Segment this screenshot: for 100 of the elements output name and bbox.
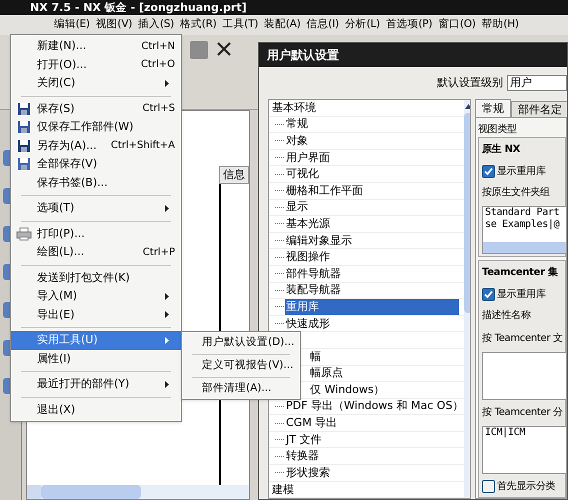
text-area[interactable] <box>482 352 566 400</box>
column-header: 信息 <box>219 166 249 184</box>
menu-label: 保存书签(B)... <box>37 174 108 190</box>
menu-item[interactable]: 部件清理(A)... <box>182 380 300 397</box>
text-line: ICM|ICM <box>485 427 526 439</box>
menu-item[interactable]: 视图(V) <box>96 17 132 33</box>
menu-label: 绘图(L)... <box>37 244 84 260</box>
menu-item[interactable]: 实用工具(U) <box>11 331 181 350</box>
tree-item[interactable]: 装配导航器 <box>285 282 342 298</box>
field-label: 按 Teamcenter 分 <box>482 406 562 420</box>
menu-item[interactable]: 另存为(A)... Ctrl+Shift+A <box>11 136 181 155</box>
menu-item[interactable]: 退出(X) <box>11 400 181 419</box>
menu-item[interactable]: 窗口(O) <box>438 17 476 33</box>
menu-label: 实用工具(U) <box>37 332 98 348</box>
menu-item[interactable]: 全部保存(V) <box>11 155 181 174</box>
menu-item[interactable]: 新建(N)... Ctrl+N <box>11 37 181 56</box>
shortcut-text: Ctrl+P <box>142 246 175 260</box>
save-icon <box>17 102 31 116</box>
menu-label: 全部保存(V) <box>37 156 98 172</box>
menu-label: 属性(I) <box>37 350 71 366</box>
menu-item[interactable]: 打开(O)... Ctrl+O <box>11 56 181 74</box>
menu-item[interactable]: 插入(S) <box>138 17 174 33</box>
menu-item[interactable]: 绘图(L)... Ctrl+P <box>11 243 181 262</box>
menu-label: 最近打开的部件(Y) <box>37 376 130 392</box>
menu-item[interactable]: 仅保存工作部件(W) <box>11 118 181 136</box>
checkbox-label: 显示重用库 <box>497 164 546 178</box>
field-label: 描述性名称 <box>482 308 532 323</box>
menu-label: 保存(S) <box>37 100 75 116</box>
menu-item[interactable]: 首选项(P) <box>386 17 432 33</box>
tree-item[interactable]: 常规 <box>285 116 309 132</box>
text-area[interactable]: Standard Part se Examples|@ <box>482 206 566 254</box>
tree-item[interactable]: JT 文件 <box>285 432 322 448</box>
tree-item[interactable]: 视图操作 <box>285 249 331 266</box>
menu-label: 导出(E) <box>37 306 75 322</box>
menu-item[interactable]: 保存书签(B)... <box>11 174 181 192</box>
save-icon <box>17 120 31 134</box>
tree-item[interactable]: 编辑对象显示 <box>285 232 353 249</box>
tree-item[interactable]: 基本光源 <box>285 216 331 232</box>
tree-item[interactable]: 基本环境 <box>269 100 464 117</box>
menu-label: 选项(T) <box>37 200 74 216</box>
tree-item[interactable]: PDF 导出（Windows 和 Mac OS） <box>285 398 464 414</box>
tree-item[interactable]: CGM 导出 <box>285 415 338 432</box>
checkbox[interactable] <box>482 164 495 178</box>
checkbox-label: 显示重用库 <box>497 288 546 302</box>
tab[interactable]: 常规 <box>475 99 511 117</box>
horizontal-scrollbar[interactable] <box>27 485 249 499</box>
checkbox[interactable] <box>482 288 495 300</box>
group-title: Teamcenter 集 <box>482 266 559 280</box>
tree-item[interactable]: 仅 Windows） <box>309 382 386 398</box>
menu-item[interactable]: 用户默认设置(D)... <box>182 334 300 351</box>
shortcut-text: Ctrl+N <box>141 40 175 54</box>
tree-item[interactable]: 栅格和工作平面 <box>285 182 364 199</box>
menu-item[interactable]: 信息(I) <box>306 17 339 33</box>
save-icon <box>17 157 31 172</box>
tree-item[interactable]: 快速成形 <box>285 316 331 332</box>
field-label: 按原生文件夹组 <box>482 186 551 200</box>
menu-label: 打开(O)... <box>37 56 87 72</box>
tree-item[interactable]: 对象 <box>285 132 309 149</box>
scroll-up-arrow-icon[interactable] <box>465 104 470 109</box>
menu-item[interactable]: 编辑(E) <box>54 17 90 33</box>
text-area[interactable]: ICM|ICM <box>482 426 566 474</box>
section-label: 视图类型 <box>478 122 518 137</box>
tree-item[interactable]: 部件导航器 <box>285 266 342 282</box>
tree-item[interactable]: 形状搜索 <box>285 464 331 481</box>
checkbox[interactable] <box>482 480 495 492</box>
menu-item[interactable]: 发送到打包文件(K) <box>11 268 181 287</box>
checkbox-label: 首先显示分类 <box>497 480 556 494</box>
menu-label: 新建(N)... <box>37 38 86 54</box>
menu-label: 导入(M) <box>37 288 78 304</box>
menu-item[interactable]: 定义可视报告(V)... <box>182 357 300 374</box>
menu-item[interactable]: 装配(A) <box>264 17 301 33</box>
tree-item[interactable]: 重用库 <box>285 298 459 315</box>
tree-item[interactable]: 建模 <box>269 482 464 498</box>
menu-item[interactable]: 分析(L) <box>344 17 380 33</box>
text-line: se Examples|@ <box>485 219 560 231</box>
menu-item[interactable]: 属性(I) <box>11 350 181 368</box>
menu-item[interactable]: 选项(T) <box>11 199 181 218</box>
menu-item[interactable]: 帮助(H) <box>482 17 519 33</box>
menu-item[interactable]: 打印(P)... <box>11 224 181 243</box>
tree-item[interactable]: 显示 <box>285 199 309 216</box>
tree-item[interactable]: 可视化 <box>285 166 320 182</box>
menu-item[interactable]: 保存(S) Ctrl+S <box>11 100 181 118</box>
horizontal-scrollbar[interactable] <box>483 242 566 253</box>
tree-item[interactable]: 幅 <box>309 348 322 365</box>
tree-item[interactable]: 幅原点 <box>309 365 344 382</box>
tab[interactable]: 部件名定 <box>511 101 567 117</box>
dialog-title: 用户默认设置 <box>259 43 567 67</box>
level-label: 默认设置级别 <box>437 74 503 91</box>
menu-item[interactable]: 导入(M) <box>11 287 181 306</box>
tree-item[interactable]: 用户界面 <box>285 150 331 166</box>
menu-item[interactable]: 最近打开的部件(Y) <box>11 375 181 394</box>
menu-item[interactable]: 工具(T) <box>222 17 258 33</box>
menu-item[interactable]: 关闭(C) <box>11 74 181 92</box>
menu-item[interactable]: 导出(E) <box>11 306 181 324</box>
level-dropdown[interactable]: 用户 <box>507 75 567 91</box>
tree-item[interactable]: 转换器 <box>285 448 320 464</box>
close-icon[interactable] <box>216 41 232 57</box>
menu-item[interactable]: 格式(R) <box>180 17 217 33</box>
menu-label: 打印(P)... <box>37 226 85 242</box>
menu-label: 另存为(A)... <box>37 138 97 154</box>
